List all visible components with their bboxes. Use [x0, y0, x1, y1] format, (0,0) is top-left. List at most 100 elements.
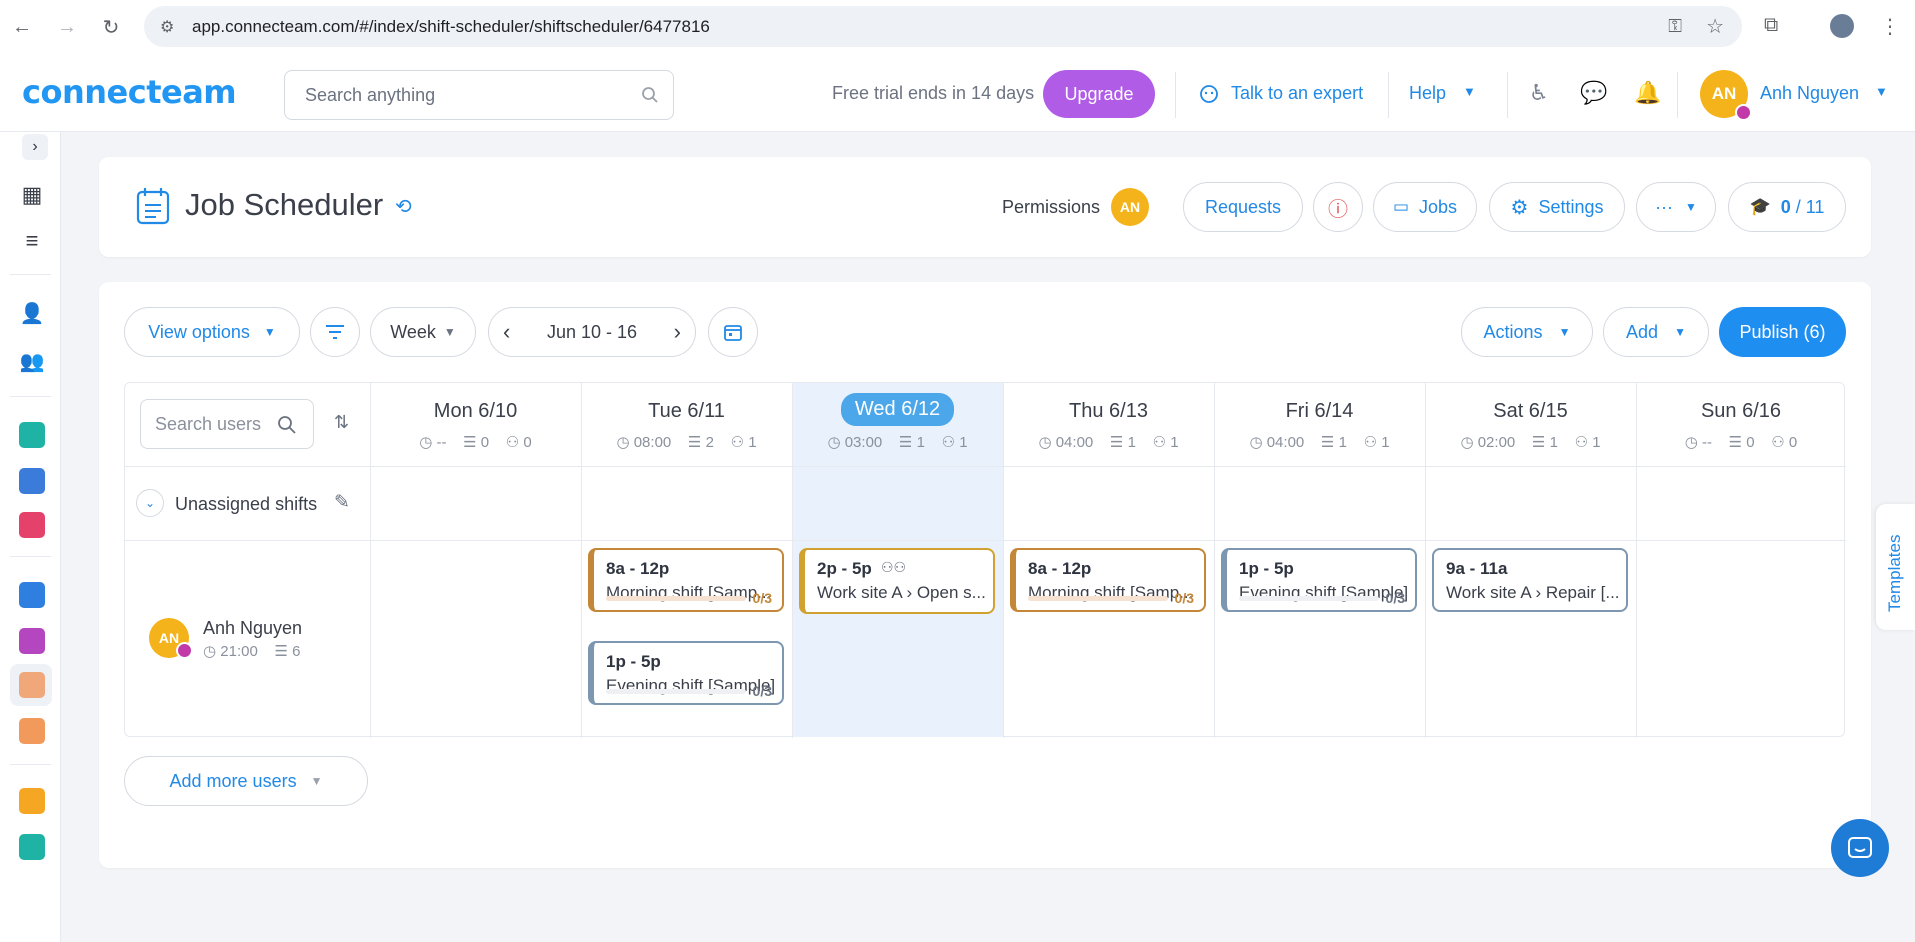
recognition-app-icon[interactable] [19, 788, 45, 814]
actions-dropdown[interactable]: Actions ▼ [1461, 307, 1593, 357]
search-users-input[interactable]: Search users [140, 399, 314, 449]
feed-app-icon[interactable] [19, 422, 45, 448]
chevron-down-icon: ▼ [1674, 325, 1686, 339]
chat-bubble-icon [1848, 837, 1872, 858]
settings-button[interactable]: ⚙ Settings [1489, 182, 1625, 232]
add-more-users-button[interactable]: Add more users ▼ [124, 756, 368, 806]
search-icon [278, 416, 296, 434]
day-header[interactable]: Sat 6/15 ◷ 02:00 ☰ 1 ⚇ 1 [1425, 383, 1636, 467]
onboarding-progress-button[interactable]: 🎓 0 / 11 [1728, 182, 1846, 232]
filter-button[interactable] [310, 307, 360, 357]
day-label: Sun 6/16 [1700, 400, 1782, 422]
day-label: Sat 6/15 [1493, 400, 1568, 422]
key-icon[interactable]: ⚿ [1668, 16, 1682, 37]
user-row-name[interactable]: Anh Nguyen [203, 618, 302, 639]
add-more-users-label: Add more users [169, 770, 297, 791]
permissions-label[interactable]: Permissions [1002, 197, 1100, 218]
day-stats: ◷ -- ☰ 0 ⚇ 0 [1684, 434, 1798, 451]
back-icon[interactable]: ← [8, 13, 36, 41]
inbox-app-icon[interactable] [19, 468, 45, 494]
day-header[interactable]: Tue 6/11 ◷ 08:00 ☰ 2 ⚇ 1 [581, 383, 792, 467]
jobs-button[interactable]: ▭ Jobs [1373, 182, 1477, 232]
forms-app-icon[interactable] [19, 628, 45, 654]
open-shift-card[interactable]: 2p - 5p ⚇⚇ Work site A › Open s... [799, 548, 995, 614]
chevron-down-icon: ▼ [310, 774, 323, 788]
shift-card[interactable]: 9a - 11a Work site A › Repair [... [1432, 548, 1628, 612]
day-stats: ◷ 02:00 ☰ 1 ⚇ 1 [1460, 434, 1601, 451]
date-range-navigator: ‹ Jun 10 - 16 › [488, 307, 696, 357]
add-dropdown[interactable]: Add ▼ [1603, 307, 1709, 357]
user-menu-name[interactable]: Anh Nguyen [1760, 83, 1859, 104]
requests-button[interactable]: Requests [1183, 182, 1303, 232]
users-group-icon[interactable]: 👥 [19, 348, 45, 374]
forward-icon[interactable]: → [53, 13, 81, 41]
magic-wand-icon[interactable]: ✎ [334, 491, 350, 514]
day-stats: ◷ 08:00 ☰ 2 ⚇ 1 [616, 434, 757, 451]
reload-icon[interactable]: ↻ [97, 13, 125, 41]
connecteam-logo[interactable]: connecteam [22, 73, 237, 111]
day-stats: ◷ 04:00 ☰ 1 ⚇ 1 [1038, 434, 1179, 451]
chevron-down-icon: ▼ [1875, 84, 1888, 99]
day-header[interactable]: Mon 6/10 ◷ -- ☰ 0 ⚇ 0 [370, 383, 581, 467]
shift-time: 8a - 12p [606, 559, 670, 578]
tasks-app-icon[interactable] [19, 718, 45, 744]
sort-icon[interactable]: ⇅ [334, 412, 349, 433]
onboarding-done: 0 [1780, 196, 1791, 217]
extensions-icon[interactable]: ⧉ [1764, 14, 1778, 37]
bookmark-star-icon[interactable]: ☆ [1706, 14, 1724, 39]
day-header[interactable]: Sun 6/16 ◷ -- ☰ 0 ⚇ 0 [1636, 383, 1846, 467]
bell-icon[interactable]: 🔔 [1634, 80, 1661, 106]
period-dropdown[interactable]: Week ▼ [370, 307, 476, 357]
shift-card[interactable]: 1p - 5p Evening shift [Sample] 0/3 [588, 641, 784, 705]
shift-time: 1p - 5p [606, 652, 661, 671]
time-clock-app-icon[interactable] [19, 582, 45, 608]
shift-progress-bar [1028, 596, 1168, 601]
browser-menu-icon[interactable]: ⋮ [1880, 14, 1900, 39]
help-menu[interactable]: Help [1409, 83, 1446, 104]
day-header[interactable]: Fri 6/14 ◷ 04:00 ☰ 1 ⚇ 1 [1214, 383, 1425, 467]
shift-time: 2p - 5p [817, 559, 872, 578]
site-info-icon[interactable]: ⚙ [160, 17, 174, 37]
expand-sidebar-icon[interactable]: › [22, 134, 48, 160]
day-label-today: Wed 6/12 [840, 393, 955, 426]
shift-card[interactable]: 8a - 12p Morning shift [Samp... 0/3 [1010, 548, 1206, 612]
wellbeing-app-icon[interactable] [19, 834, 45, 860]
user-icon[interactable]: 👤 [19, 300, 45, 326]
grid-line [125, 540, 1846, 541]
shift-card[interactable]: 8a - 12p Morning shift [Samp... 0/3 [588, 548, 784, 612]
app-header: connecteam Search anything Free trial en… [0, 56, 1915, 132]
prev-week-icon[interactable]: ‹ [503, 319, 510, 345]
group-users-icon: ⚇⚇ [881, 559, 907, 575]
profile-avatar[interactable] [1830, 14, 1854, 38]
trial-notice: Free trial ends in 14 days [832, 83, 1035, 103]
accessibility-icon[interactable]: ♿ [1529, 80, 1549, 106]
calendar-picker-button[interactable] [708, 307, 758, 357]
grid-apps-icon[interactable]: ▦ [19, 182, 45, 208]
day-header-today[interactable]: Wed 6/12 ◷ 03:00 ☰ 1 ⚇ 1 [792, 383, 1003, 467]
talk-to-expert-link[interactable]: Talk to an expert [1231, 83, 1363, 104]
day-label: Fri 6/14 [1285, 400, 1354, 422]
publish-button[interactable]: Publish (6) [1719, 307, 1846, 357]
templates-side-tab[interactable]: Templates [1876, 504, 1915, 630]
job-scheduler-app-icon[interactable] [19, 672, 45, 698]
view-options-dropdown[interactable]: View options ▼ [124, 307, 300, 357]
chevron-down-icon: ▼ [1558, 325, 1571, 339]
collapse-toggle-icon[interactable]: ⌄ [136, 489, 164, 517]
divider [10, 396, 51, 397]
more-options-button[interactable]: ··· ▼ [1636, 182, 1716, 232]
upgrade-button[interactable]: Upgrade [1043, 70, 1155, 118]
next-week-icon[interactable]: › [674, 319, 681, 345]
shift-name: Work site A › Repair [... [1446, 583, 1620, 602]
directory-app-icon[interactable] [19, 512, 45, 538]
shift-card[interactable]: 1p - 5p Evening shift [Sample] 0/3 [1221, 548, 1417, 612]
day-header[interactable]: Thu 6/13 ◷ 04:00 ☰ 1 ⚇ 1 [1003, 383, 1214, 467]
address-bar[interactable]: ⚙ app.connecteam.com/#/index/shift-sched… [144, 6, 1742, 47]
permissions-avatar[interactable]: AN [1111, 188, 1149, 226]
date-range[interactable]: Jun 10 - 16 [547, 322, 637, 343]
chat-icon[interactable]: 💬 [1580, 80, 1607, 106]
menu-lines-icon[interactable]: ≡ [19, 228, 45, 254]
global-search-input[interactable]: Search anything [284, 70, 674, 120]
info-alert-icon[interactable]: ⓘ [1313, 182, 1363, 232]
refresh-icon[interactable]: ⟲ [395, 194, 412, 219]
chat-launcher-button[interactable] [1831, 819, 1889, 877]
